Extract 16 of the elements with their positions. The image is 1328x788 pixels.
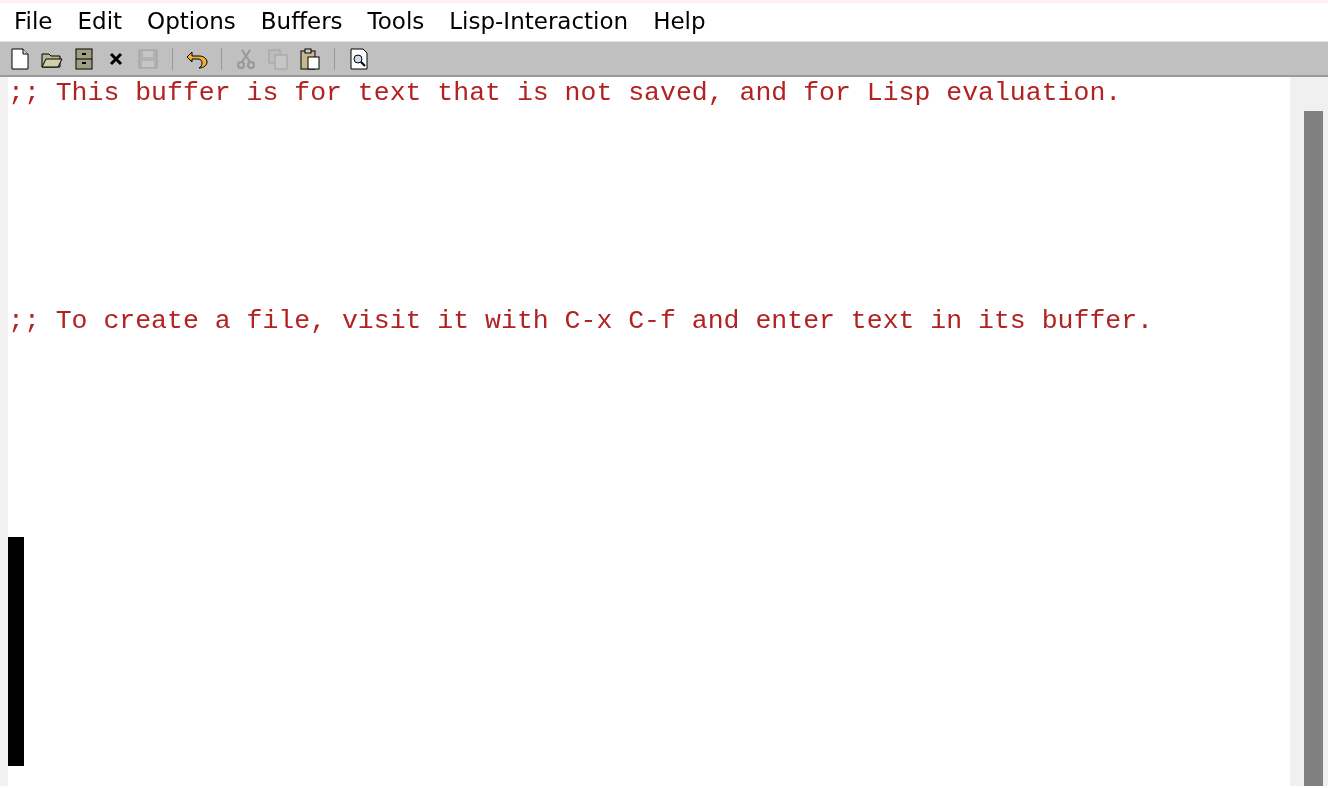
clipboard-icon: [298, 46, 322, 71]
menu-item[interactable]: Buffers: [252, 3, 360, 41]
cabinet-icon: [72, 46, 96, 71]
comment-line: ;; This buffer is for text that is not saved, and for Lisp evaluation.: [8, 79, 1123, 107]
menu-item[interactable]: Options: [139, 3, 253, 41]
menu-item[interactable]: Help: [645, 3, 723, 41]
scrollbar-thumb[interactable]: [1304, 111, 1323, 786]
comment-line: ;; To create a file, visit it with C-x C-f and enter text in its buffer.: [8, 307, 1154, 335]
menu-item[interactable]: Edit: [69, 3, 140, 41]
file-icon: [8, 46, 32, 71]
copy-icon: [266, 46, 290, 71]
magnifier-icon: [347, 46, 371, 71]
scrollbar[interactable]: [1288, 77, 1328, 786]
menu-item[interactable]: Lisp-Interaction: [441, 3, 646, 41]
menu-item[interactable]: Tools: [359, 3, 442, 41]
menu-item[interactable]: File: [6, 3, 70, 41]
